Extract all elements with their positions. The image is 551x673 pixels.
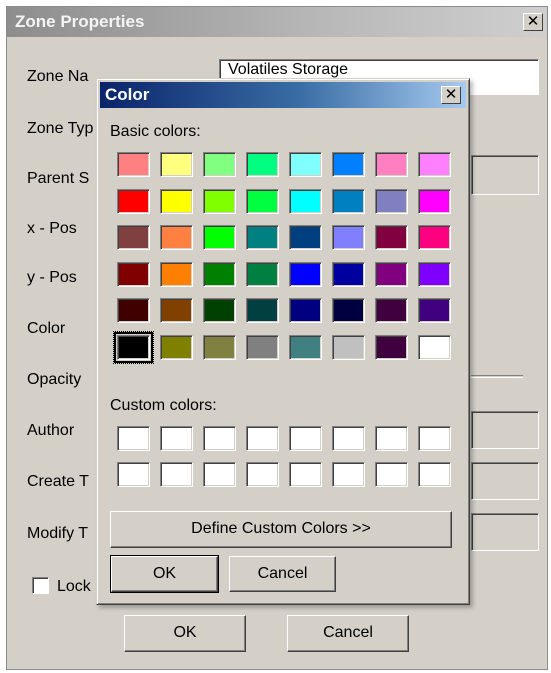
basic-color-swatch[interactable]: [117, 188, 150, 214]
custom-color-swatch[interactable]: [246, 426, 279, 451]
color-dialog: Color ✕ Basic colors: Custom colors: Def…: [96, 78, 470, 605]
color-cancel-button[interactable]: Cancel: [229, 556, 336, 592]
basic-color-swatch[interactable]: [289, 188, 322, 214]
custom-color-swatch[interactable]: [418, 426, 451, 451]
zone-name-value: Volatiles Storage: [228, 61, 349, 78]
basic-color-swatch[interactable]: [113, 330, 154, 364]
custom-color-swatch[interactable]: [246, 462, 279, 487]
basic-color-swatch[interactable]: [117, 152, 150, 177]
basic-color-swatch[interactable]: [418, 188, 451, 214]
custom-color-swatch[interactable]: [289, 462, 322, 487]
basic-color-swatch[interactable]: [418, 261, 451, 287]
define-custom-colors-button[interactable]: Define Custom Colors >>: [110, 511, 452, 548]
zone-name-label: Zone Na: [27, 68, 89, 85]
basic-color-swatch[interactable]: [160, 261, 193, 287]
basic-color-swatch[interactable]: [246, 298, 279, 323]
basic-color-swatch[interactable]: [117, 298, 150, 323]
custom-colors-label: Custom colors:: [110, 397, 217, 414]
custom-color-swatch[interactable]: [203, 462, 236, 487]
zone-cancel-button[interactable]: Cancel: [287, 615, 409, 652]
basic-color-swatch[interactable]: [289, 261, 322, 287]
basic-color-swatch[interactable]: [289, 334, 322, 360]
basic-color-swatch[interactable]: [203, 152, 236, 177]
modify-time-label: Modify T: [27, 525, 89, 542]
basic-color-swatch[interactable]: [289, 152, 322, 177]
opacity-label: Opacity: [27, 371, 82, 388]
author-label: Author: [27, 422, 75, 439]
author-field[interactable]: [471, 411, 539, 449]
custom-color-swatch[interactable]: [160, 426, 193, 451]
custom-color-swatch[interactable]: [375, 462, 408, 487]
basic-color-swatch[interactable]: [160, 334, 193, 360]
create-time-label: Create T: [27, 473, 89, 490]
basic-colors-label: Basic colors:: [110, 123, 201, 140]
basic-color-swatch[interactable]: [203, 298, 236, 323]
lock-label: Lock: [57, 578, 91, 595]
basic-color-swatch[interactable]: [246, 152, 279, 177]
x-pos-label: x - Pos: [27, 220, 77, 237]
custom-color-swatch[interactable]: [117, 426, 150, 451]
color-dialog-title: Color: [105, 85, 150, 104]
opacity-slider-track[interactable]: [471, 375, 523, 378]
basic-color-swatch[interactable]: [332, 188, 365, 214]
basic-color-swatch[interactable]: [246, 225, 279, 250]
color-ok-button[interactable]: OK: [110, 555, 219, 593]
zone-ok-button[interactable]: OK: [124, 615, 246, 652]
modify-time-field[interactable]: [471, 513, 539, 551]
basic-color-swatch[interactable]: [375, 225, 408, 250]
basic-color-swatch[interactable]: [246, 188, 279, 214]
basic-color-swatch[interactable]: [332, 152, 365, 177]
basic-color-swatch[interactable]: [117, 261, 150, 287]
basic-color-swatch[interactable]: [289, 225, 322, 250]
close-icon[interactable]: ✕: [441, 86, 461, 104]
custom-color-swatch[interactable]: [375, 426, 408, 451]
basic-color-swatch[interactable]: [160, 225, 193, 250]
parent-label: Parent S: [27, 170, 90, 187]
custom-color-swatch[interactable]: [332, 426, 365, 451]
basic-color-swatch[interactable]: [289, 298, 322, 323]
zone-type-label: Zone Typ: [27, 120, 94, 137]
custom-color-swatch[interactable]: [332, 462, 365, 487]
basic-color-swatch[interactable]: [117, 225, 150, 250]
basic-color-swatch[interactable]: [418, 225, 451, 250]
custom-color-swatch[interactable]: [418, 462, 451, 487]
basic-color-swatch[interactable]: [332, 334, 365, 360]
custom-color-swatch[interactable]: [289, 426, 322, 451]
custom-color-swatch[interactable]: [203, 426, 236, 451]
basic-color-swatch[interactable]: [203, 261, 236, 287]
custom-color-swatch[interactable]: [117, 462, 150, 487]
basic-color-swatch[interactable]: [332, 225, 365, 250]
basic-color-swatch[interactable]: [418, 334, 451, 360]
basic-color-swatch[interactable]: [332, 261, 365, 287]
color-label: Color: [27, 320, 66, 337]
basic-color-swatch[interactable]: [246, 334, 279, 360]
close-icon[interactable]: ✕: [523, 13, 543, 31]
y-pos-label: y - Pos: [27, 269, 77, 286]
lock-checkbox[interactable]: [32, 577, 49, 594]
color-dialog-title-bar[interactable]: Color ✕: [100, 82, 466, 108]
basic-color-swatch[interactable]: [375, 188, 408, 214]
dialog-title: Zone Properties: [15, 12, 145, 31]
basic-color-swatch[interactable]: [203, 188, 236, 214]
parent-field[interactable]: [471, 155, 539, 195]
basic-color-swatch[interactable]: [375, 261, 408, 287]
create-time-field[interactable]: [471, 462, 539, 500]
basic-color-swatch[interactable]: [203, 225, 236, 250]
zone-properties-title-bar[interactable]: Zone Properties ✕: [7, 7, 547, 37]
basic-color-swatch[interactable]: [418, 298, 451, 323]
basic-color-swatch[interactable]: [375, 298, 408, 323]
basic-color-swatch[interactable]: [375, 334, 408, 360]
basic-color-swatch[interactable]: [418, 152, 451, 177]
custom-color-swatch[interactable]: [160, 462, 193, 487]
basic-color-swatch[interactable]: [203, 334, 236, 360]
basic-color-swatch[interactable]: [375, 152, 408, 177]
basic-color-swatch[interactable]: [160, 298, 193, 323]
basic-color-swatch[interactable]: [160, 152, 193, 177]
basic-color-swatch[interactable]: [332, 298, 365, 323]
basic-color-swatch[interactable]: [246, 261, 279, 287]
basic-color-swatch[interactable]: [160, 188, 193, 214]
